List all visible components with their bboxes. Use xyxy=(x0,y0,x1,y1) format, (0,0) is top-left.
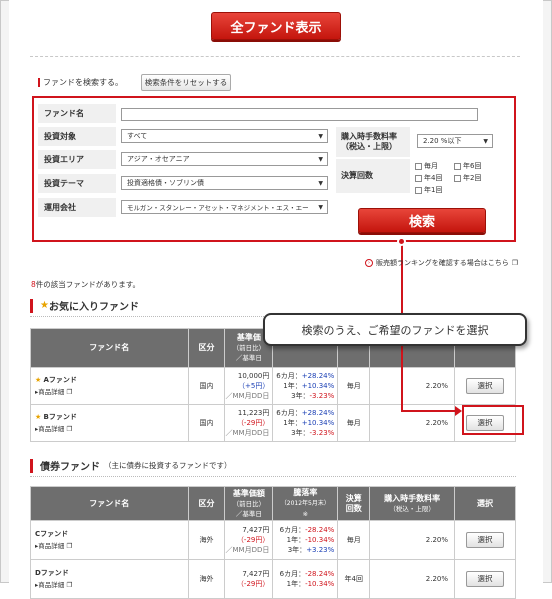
settle-checkbox-2[interactable]: 年2回 xyxy=(454,173,481,183)
settle-checkbox-4[interactable]: 年4回 xyxy=(415,173,442,183)
price-cell: 7,427円 （-29円） ／MM月DD日 xyxy=(224,520,274,560)
fund-name-label: ファンド名 xyxy=(38,104,116,123)
fund-name-cell: Cファンド ▸商品詳細 ❐ xyxy=(30,520,189,560)
price-cell: 7,427円 （-29円） xyxy=(224,559,274,599)
chevron-down-icon: ▼ xyxy=(318,204,323,211)
price-cell: 11,223円 （-29円） ／MM月DD日 xyxy=(224,404,274,442)
ranking-link[interactable]: › 販売額ランキングを確認する場合はこちら ❐ xyxy=(365,258,518,268)
search-heading: ファンドを検索する。 xyxy=(38,77,123,88)
select-button[interactable]: 選択 xyxy=(466,532,505,548)
fund-name-cell: ★ Bファンド ▸商品詳細 ❐ xyxy=(30,404,189,442)
rate-cell: 6カ月：+28.24% 1年：+10.34% 3年：-3.23% xyxy=(272,404,339,442)
area-label: 投資エリア xyxy=(38,150,116,169)
fee-label: 購入時手数料率 （税込・上限） xyxy=(336,127,410,157)
col-select: 選択 xyxy=(454,486,516,521)
select-cell: 選択 xyxy=(454,367,516,405)
theme-label: 投資テーマ xyxy=(38,174,116,193)
rate-cell: 6カ月：+28.24% 1年：+10.34% 3年：-3.23% xyxy=(272,367,339,405)
area-select[interactable]: アジア・オセアニア ▼ xyxy=(121,152,328,166)
fund-name-input[interactable] xyxy=(121,108,478,121)
fee-cell: 2.20% xyxy=(369,520,456,560)
result-count: 8件の該当ファンドがあります。 xyxy=(31,280,141,289)
category-cell: 国内 xyxy=(187,367,226,405)
connector-dot xyxy=(397,237,406,246)
col-fee: 購入時手数料率 （税込・上限） xyxy=(369,486,456,521)
table-row: Dファンド ▸商品詳細 ❐ 海外 7,427円 （-29円） 6カ月：-28.24%… xyxy=(30,559,516,599)
settle-label: 決算回数 xyxy=(336,159,410,193)
select-cell: 選択 xyxy=(454,520,516,560)
chevron-down-icon: ▼ xyxy=(318,180,323,187)
category-cell: 海外 xyxy=(187,559,226,599)
checkbox-icon xyxy=(454,174,461,182)
target-select[interactable]: すべて ▼ xyxy=(121,129,328,143)
arrow-head-icon xyxy=(455,406,462,416)
divider xyxy=(30,56,520,57)
connector-line xyxy=(401,410,457,412)
star-icon: ★ xyxy=(40,300,49,311)
fund-name-cell: ★ Aファンド ▸商品詳細 ❐ xyxy=(30,367,189,405)
select-button[interactable]: 選択 xyxy=(466,571,505,587)
bond-table: ファンド名 区分 基準価額 （前日比） ／基準日 騰落率 （2012年5月末） ※ 決算… xyxy=(30,486,516,599)
checkbox-icon xyxy=(415,186,422,194)
detail-link[interactable]: ▸商品詳細 ❐ xyxy=(35,388,72,396)
company-label: 運用会社 xyxy=(38,198,116,217)
external-window-icon: ❐ xyxy=(511,259,519,267)
chevron-down-icon: ▼ xyxy=(318,133,323,140)
settle-checkbox-1[interactable]: 年1回 xyxy=(415,185,442,195)
star-icon: ★ xyxy=(35,413,42,421)
detail-link[interactable]: ▸商品詳細 ❐ xyxy=(35,581,72,589)
settle-cell: 毎月 xyxy=(337,404,371,442)
company-select[interactable]: モルガン・スタンレー・アセット・マネジメント・エス・エー ▼ xyxy=(121,200,328,214)
settle-checkbox-6[interactable]: 年6回 xyxy=(454,161,481,171)
search-button[interactable]: 検索 xyxy=(358,208,486,233)
category-cell: 海外 xyxy=(187,520,226,560)
table-row: ★ Aファンド ▸商品詳細 ❐ 国内 10,000円 （+5円） ／MM月DD日 6カ… xyxy=(30,367,516,405)
rate-cell: 6カ月：-28.24% 1年：-10.34% xyxy=(272,559,339,599)
chevron-down-icon: ▼ xyxy=(483,138,488,145)
fund-name-cell: Dファンド ▸商品詳細 ❐ xyxy=(30,559,189,599)
target-label: 投資対象 xyxy=(38,127,116,146)
col-fund-name: ファンド名 xyxy=(30,486,189,521)
fee-select[interactable]: 2.20 %以下 ▼ xyxy=(417,134,493,148)
fee-cell: 2.20% xyxy=(369,559,456,599)
detail-link[interactable]: ▸商品詳細 ❐ xyxy=(35,542,72,550)
settle-cell: 年4回 xyxy=(337,559,371,599)
theme-select[interactable]: 投資適格債・ソブリン債 ▼ xyxy=(121,176,328,190)
fee-cell: 2.20% xyxy=(369,367,456,405)
settle-cell: 毎月 xyxy=(337,520,371,560)
arrow-circle-icon: › xyxy=(365,259,373,267)
settle-checkbox-monthly[interactable]: 毎月 xyxy=(415,161,438,171)
bond-section-title: 債券ファンド （主に債券に投資するファンドです） xyxy=(30,455,516,477)
reset-conditions-button[interactable]: 検索条件をリセットする xyxy=(141,74,231,91)
price-cell: 10,000円 （+5円） ／MM月DD日 xyxy=(224,367,274,405)
highlight-box xyxy=(462,405,524,435)
connector-line xyxy=(401,346,403,412)
col-fund-name: ファンド名 xyxy=(30,328,189,368)
settle-cell: 毎月 xyxy=(337,367,371,405)
table-row: Cファンド ▸商品詳細 ❐ 海外 7,427円 （-29円） ／MM月DD日 6カ月：… xyxy=(30,520,516,560)
col-rate: 騰落率 （2012年5月末） ※ xyxy=(272,486,339,521)
category-cell: 国内 xyxy=(187,404,226,442)
instruction-callout: 検索のうえ、ご希望のファンドを選択 xyxy=(263,313,527,346)
col-category: 区分 xyxy=(187,486,226,521)
checkbox-icon xyxy=(415,174,422,182)
chevron-down-icon: ▼ xyxy=(318,156,323,163)
select-cell: 選択 xyxy=(454,559,516,599)
select-button[interactable]: 選択 xyxy=(466,378,505,394)
rate-cell: 6カ月：-28.24% 1年：-10.34% 3年：+3.23% xyxy=(272,520,339,560)
detail-link[interactable]: ▸商品詳細 ❐ xyxy=(35,425,72,433)
all-funds-button[interactable]: 全ファンド表示 xyxy=(211,12,341,40)
checkbox-icon xyxy=(415,162,422,170)
checkbox-icon xyxy=(454,162,461,170)
star-icon: ★ xyxy=(35,376,42,384)
col-category: 区分 xyxy=(187,328,226,368)
col-settle: 決算 回数 xyxy=(337,486,371,521)
col-price: 基準価額 （前日比） ／基準日 xyxy=(224,486,274,521)
